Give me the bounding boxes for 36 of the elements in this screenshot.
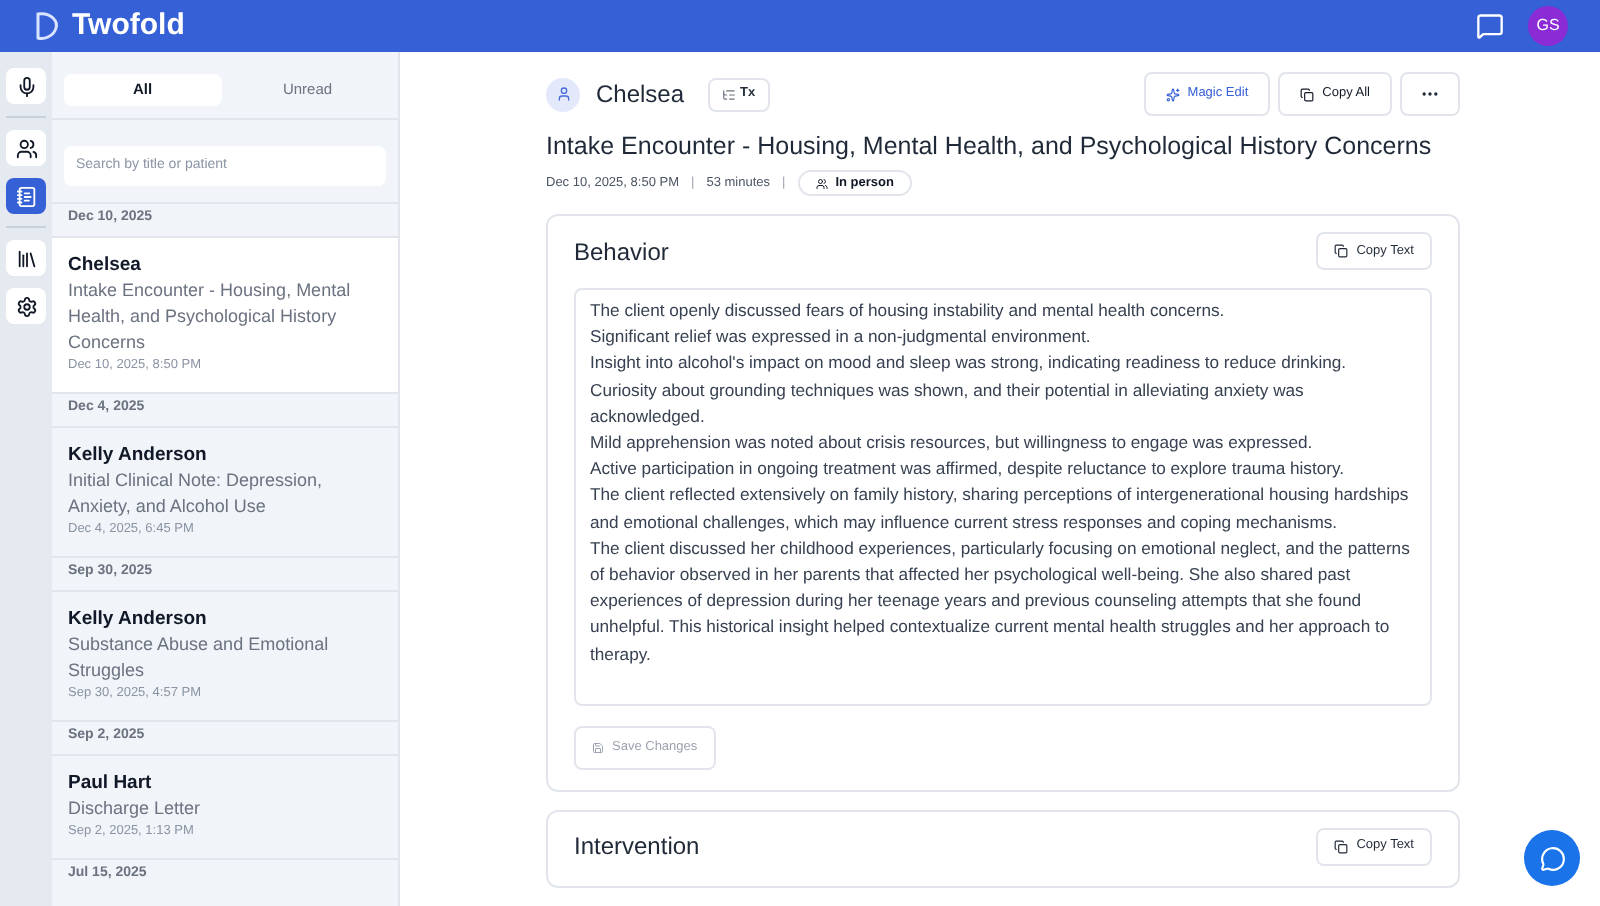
rail-button[interactable] (6, 130, 46, 166)
person-icon (555, 86, 571, 102)
note-title: Discharge Letter (68, 795, 203, 821)
save-icon (592, 741, 604, 754)
chat-icon[interactable] (1476, 12, 1504, 40)
app-name: Twofold (72, 5, 185, 46)
note-title: Intake Encounter - Housing, Mental Health, and Psychological History Concerns (68, 277, 353, 355)
chat-bubble-icon (1539, 845, 1565, 871)
users-icon (15, 137, 37, 159)
rail-button[interactable] (6, 68, 46, 104)
section-heading: Intervention (574, 830, 700, 865)
rail-button[interactable] (6, 240, 46, 276)
note-title: Initial Clinical Note: Depression, Anxiety, and Alcohol Use (68, 467, 325, 519)
notebook-icon (15, 185, 37, 207)
list-icon (722, 87, 737, 101)
copy-icon (1334, 839, 1349, 854)
logo-icon (32, 10, 60, 42)
chat-launcher-button[interactable] (1524, 830, 1580, 886)
user-avatar[interactable]: GS (1528, 6, 1568, 46)
patient-heading: Chelsea (596, 78, 685, 112)
books-icon (15, 247, 37, 269)
settings-icon (15, 295, 37, 317)
microphone-icon (15, 75, 37, 97)
sparkle-icon (1165, 87, 1180, 101)
note-heading: Intake Encounter - Housing, Mental Health, and Psychological History Concerns (546, 130, 1434, 164)
note-textarea[interactable]: The client openly discussed fears of housing instability and mental health concerns. Significant relief was expressed in a non-judgmental environment. Insight into alcohol's impact on mood and sleep was strong, indicating readiness to reduce drinking. Curiosity about grounding techniques was shown, and their potential in alleviating anxiety was acknowledged. Mild apprehension was noted about crisis resources, but willingness to engage was expressed. Active participation in ongoing treatment was affirmed, despite reluctance to explore trauma history. The client reflected extensively on family history, sharing perceptions of intergenerational housing hardships and emotional challenges, which may influence current stress responses and coping mechanisms. The client discussed her childhood experiences, particularly focusing on emotional neglect, and the patterns of behavior observed in her parents that affected her psychological well-being. She also shared past experiences of depression during her teenage years and previous counseling attempts that she found unhelpful. This historical insight helped contextualize current mental health struggles and her approach to therapy. (574, 288, 1432, 706)
patient-name: Chelsea (68, 251, 143, 277)
section-heading: Behavior (574, 235, 669, 269)
patient-name: Paul Hart (68, 769, 154, 795)
patient-name: Kelly Anderson (68, 441, 209, 467)
copy-icon (1300, 87, 1315, 101)
copy-icon (1334, 244, 1349, 258)
users-icon (815, 177, 828, 189)
rail-button[interactable] (6, 288, 46, 324)
patient-name: Kelly Anderson (68, 605, 209, 631)
note-title: Substance Abuse and Emotional Struggles (68, 631, 331, 683)
